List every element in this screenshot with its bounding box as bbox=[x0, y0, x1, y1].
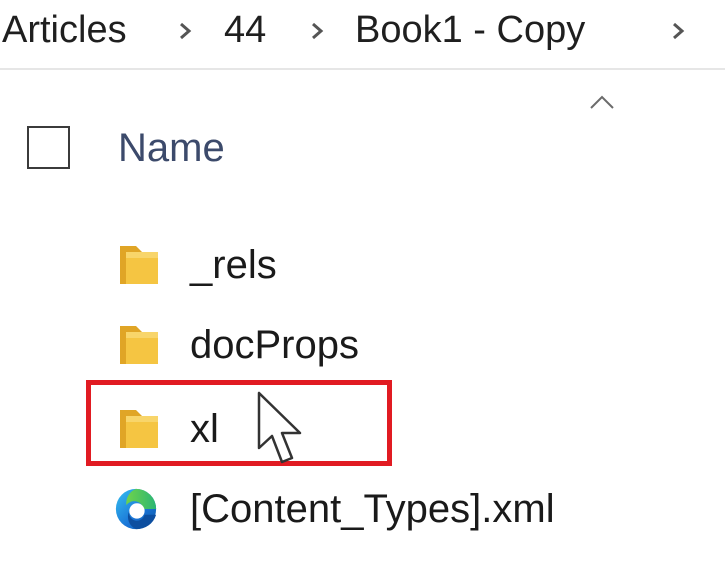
chevron-right-icon[interactable] bbox=[669, 22, 687, 40]
folder-icon bbox=[120, 246, 158, 284]
list-item[interactable]: [Content_Types].xml bbox=[112, 478, 632, 542]
breadcrumb-item-book1-copy[interactable]: Book1 - Copy bbox=[355, 6, 585, 54]
select-all-checkbox[interactable] bbox=[27, 126, 70, 169]
breadcrumb-item-44[interactable]: 44 bbox=[224, 6, 266, 54]
list-item[interactable]: docProps bbox=[112, 314, 632, 378]
chevron-right-icon[interactable] bbox=[308, 22, 326, 40]
chevron-right-icon[interactable] bbox=[176, 22, 194, 40]
edge-icon bbox=[115, 488, 157, 530]
list-item[interactable]: _rels bbox=[112, 234, 632, 298]
column-header-name[interactable]: Name bbox=[118, 124, 225, 172]
breadcrumb-item-articles[interactable]: Articles bbox=[2, 6, 127, 54]
folder-icon bbox=[120, 326, 158, 364]
list-item-label: _rels bbox=[190, 243, 277, 287]
list-item-label: [Content_Types].xml bbox=[190, 487, 555, 531]
highlight-box bbox=[86, 380, 392, 466]
mouse-cursor-icon bbox=[257, 391, 302, 464]
sort-ascending-icon[interactable] bbox=[589, 94, 615, 110]
list-item-label: docProps bbox=[190, 323, 359, 367]
breadcrumb: Articles 44 Book1 - Copy bbox=[0, 0, 725, 70]
